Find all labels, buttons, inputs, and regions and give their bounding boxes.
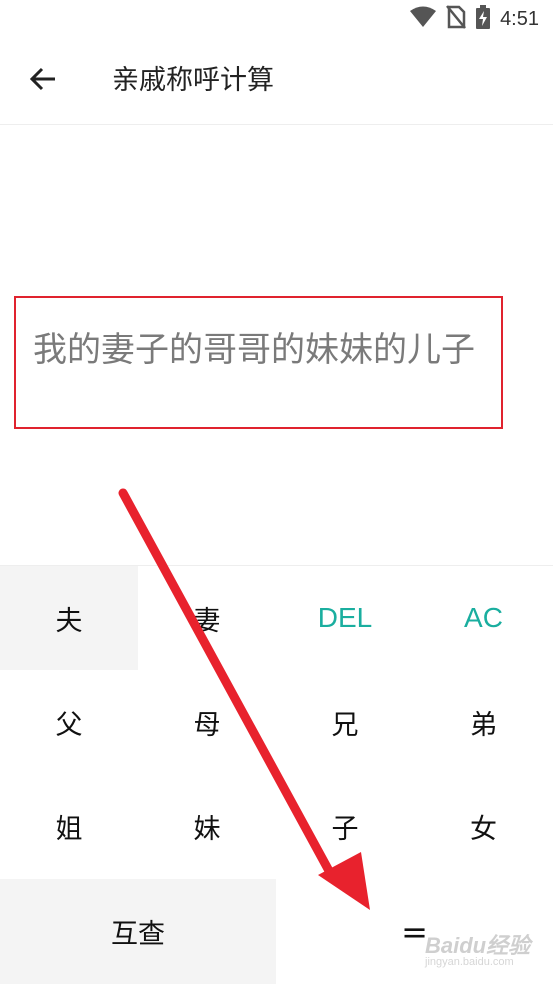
watermark-url: jingyan.baidu.com (425, 956, 514, 968)
status-icons: 4:51 (410, 5, 539, 33)
no-sim-icon (446, 5, 467, 33)
key-father[interactable]: 父 (0, 670, 138, 774)
key-delete[interactable]: DEL (276, 566, 414, 670)
status-bar: 4:51 (0, 0, 553, 38)
key-mutual-lookup[interactable]: 互查 (0, 879, 276, 984)
key-clear[interactable]: AC (414, 566, 553, 670)
status-time: 4:51 (500, 7, 539, 30)
key-younger-sister[interactable]: 妹 (138, 774, 276, 878)
key-son[interactable]: 子 (276, 774, 414, 878)
expression-display: 我的妻子的哥哥的妹妹的儿子 (14, 296, 503, 429)
key-husband[interactable]: 夫 (0, 566, 138, 670)
key-younger-brother[interactable]: 弟 (414, 670, 553, 774)
arrow-left-icon (29, 67, 57, 95)
battery-charging-icon (476, 5, 491, 33)
key-daughter[interactable]: 女 (414, 774, 553, 878)
key-mother[interactable]: 母 (138, 670, 276, 774)
key-wife[interactable]: 妻 (138, 566, 276, 670)
back-button[interactable] (22, 60, 64, 102)
key-elder-sister[interactable]: 姐 (0, 774, 138, 878)
toolbar: 亲戚称呼计算 (0, 38, 553, 125)
key-elder-brother[interactable]: 兄 (276, 670, 414, 774)
expression-text: 我的妻子的哥哥的妹妹的儿子 (33, 330, 475, 370)
keypad: 夫 妻 DEL AC 父 母 兄 弟 姐 妹 子 女 互查 = (0, 565, 553, 984)
wifi-icon (410, 6, 437, 32)
page-title: 亲戚称呼计算 (112, 65, 274, 96)
